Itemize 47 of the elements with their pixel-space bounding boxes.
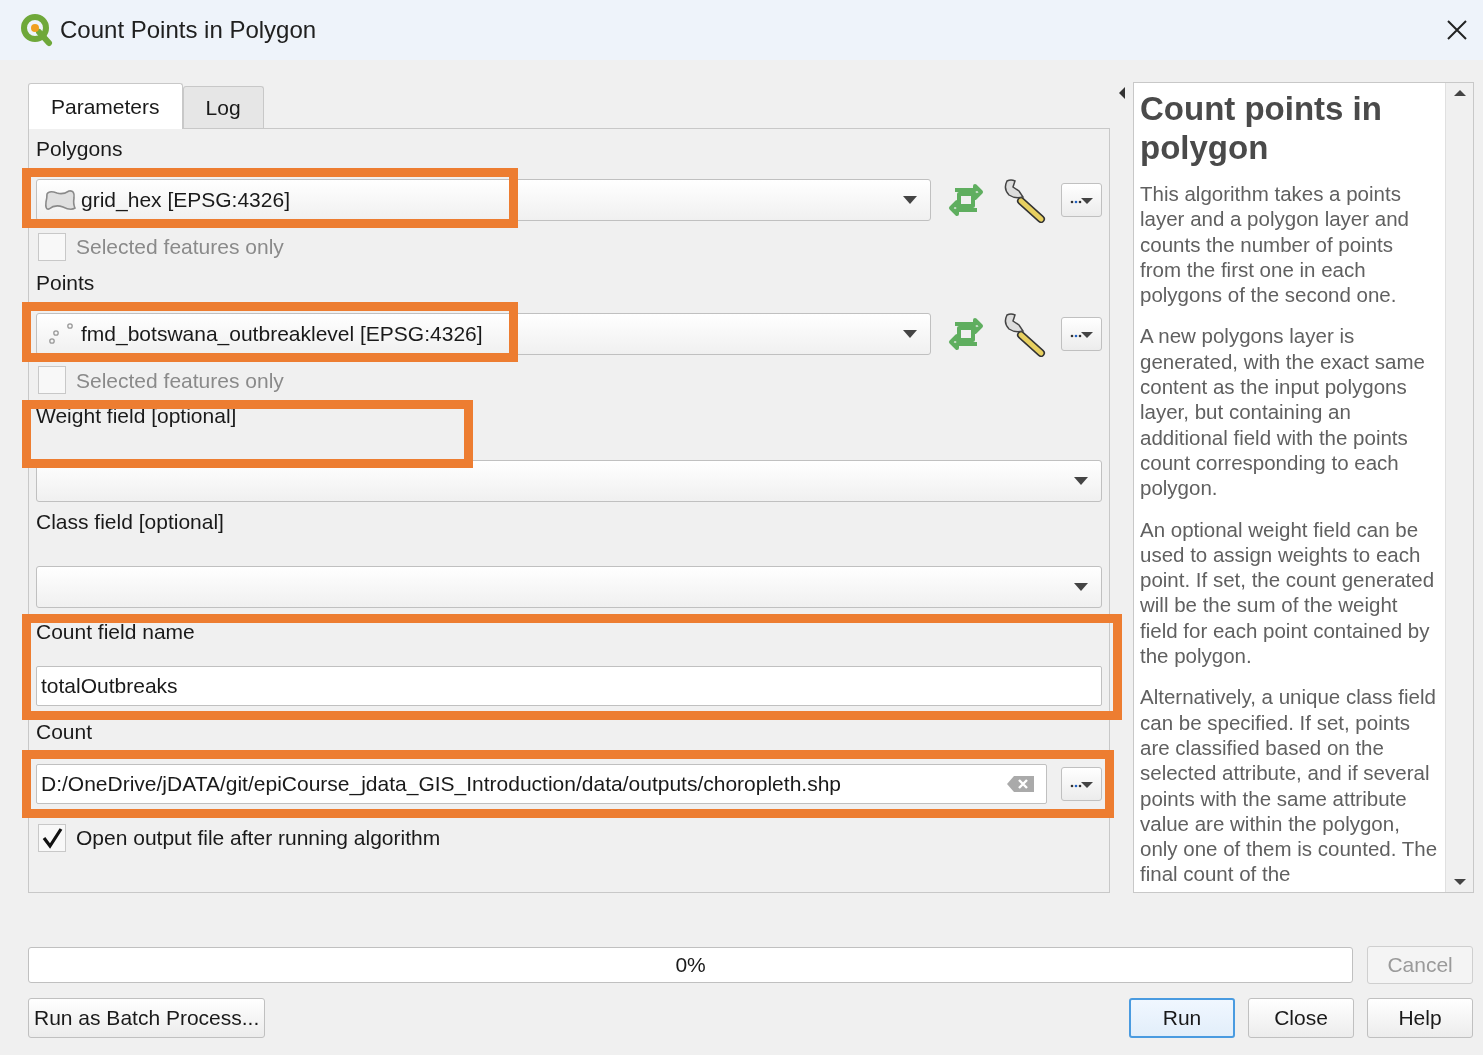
- tab[interactable]: Log: [182, 86, 264, 128]
- options-button[interactable]: [1061, 767, 1102, 801]
- field-label: Weight field [optional]: [36, 403, 237, 429]
- checkmark-icon: [41, 826, 63, 849]
- field-dropdown[interactable]: [36, 460, 1102, 502]
- scroll-down-icon: [1452, 878, 1467, 886]
- batch-process-button[interactable]: Run as Batch Process...: [28, 998, 266, 1038]
- scroll-up-icon: [1452, 89, 1467, 97]
- help-paragraph: A new polygons layer is generated, with the exact same content as the input polygons layer, but containing an additional field with the points count corresponding to each polygon.: [1140, 323, 1426, 501]
- checkbox[interactable]: [38, 823, 66, 852]
- dialog-button[interactable]: Close: [1248, 998, 1354, 1038]
- field-label: Class field [optional]: [36, 509, 224, 535]
- checkbox-label: Open output file after running algorithm: [76, 825, 441, 851]
- dropdown-arrow-icon: [902, 195, 918, 205]
- options-button[interactable]: [1061, 316, 1102, 351]
- field-label: Points: [36, 269, 95, 296]
- field-label: Polygons: [36, 136, 123, 162]
- checkbox[interactable]: [38, 232, 66, 261]
- help-paragraph: Alternatively, a unique class field can be specified. If set, points are classified based on the selected attribute, and if several points with the same attribute value are within the polygon, only one of them is counted. The final count of the: [1140, 684, 1439, 887]
- dropdown-arrow-icon: [1073, 476, 1089, 486]
- layer-dropdown[interactable]: grid_hex [EPSG:4326]: [36, 179, 931, 221]
- progress-text: 0%: [675, 952, 706, 979]
- dialog-button[interactable]: Run: [1129, 998, 1235, 1038]
- text-input-field[interactable]: totalOutbreaks: [36, 666, 1102, 706]
- scrollbar[interactable]: [1445, 83, 1473, 892]
- app-logo-icon: [20, 13, 54, 47]
- checkbox-label: Selected features only: [76, 367, 284, 394]
- dropdown-arrow-icon: [902, 328, 918, 339]
- dialog-button[interactable]: Help: [1367, 998, 1473, 1038]
- field-label: Count: [36, 719, 93, 745]
- options-button[interactable]: [1061, 183, 1102, 217]
- checkbox-label: Selected features only: [76, 234, 284, 260]
- layer-dropdown[interactable]: fmd_botswana_outbreaklevel [EPSG:4326]: [36, 312, 931, 355]
- help-title: Count points in polygon: [1140, 89, 1383, 167]
- field-dropdown[interactable]: [36, 566, 1102, 608]
- checkbox[interactable]: [38, 366, 66, 395]
- collapse-arrow-icon: [1117, 86, 1126, 100]
- file-path-field[interactable]: D:/OneDrive/jDATA/git/epiCourse_jdata_GIS_Introduction/data/outputs/choropleth.shp: [36, 764, 1047, 804]
- window-title: Count Points in Polygon: [60, 15, 317, 45]
- dropdown-arrow-icon: [1073, 582, 1089, 592]
- close-icon: [1446, 19, 1468, 41]
- polygon-layer-icon: [43, 188, 77, 212]
- tab[interactable]: Parameters: [28, 83, 183, 129]
- field-label: Count field name: [36, 619, 195, 645]
- help-paragraph: An optional weight field can be used to assign weights to each point. If set, the count generated will be the sum of the weight field for each point contained by the polygon.: [1140, 516, 1436, 669]
- help-paragraph: This algorithm takes a points layer and a polygon layer and counts the number of points from the first one in each polygons of the second one.: [1140, 181, 1410, 308]
- clear-icon: [1006, 774, 1036, 794]
